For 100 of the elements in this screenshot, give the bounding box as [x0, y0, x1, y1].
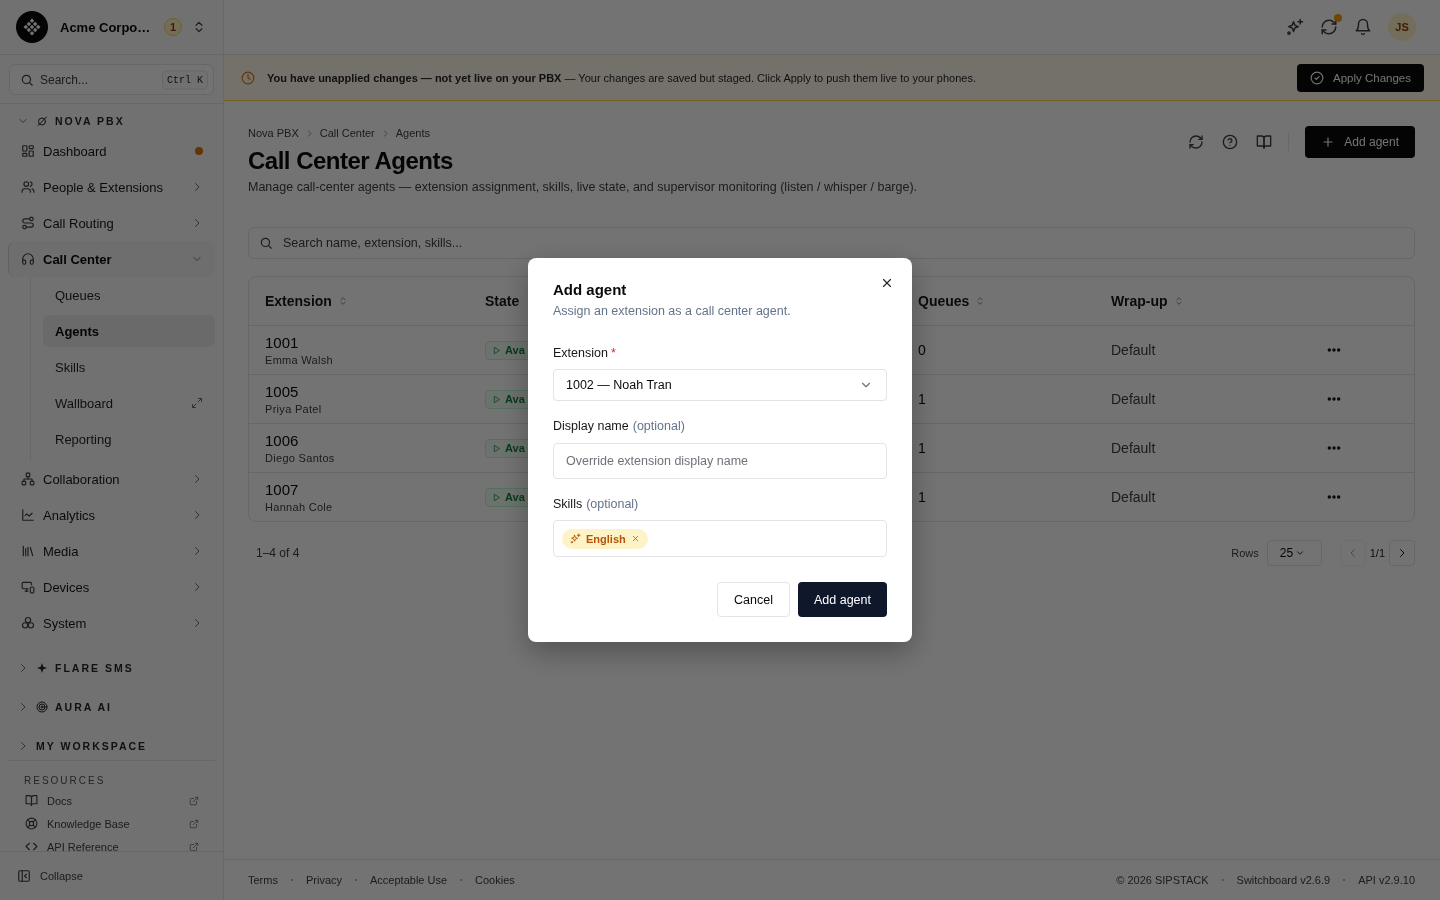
table-cell: 1 [918, 440, 926, 456]
section-header[interactable]: MY WORKSPACE [8, 733, 215, 758]
collapse-button[interactable]: Collapse [0, 851, 223, 900]
table-cell: Default [1111, 489, 1156, 505]
field-label: Extension * [553, 345, 617, 361]
add-agent-button[interactable]: Add agent [1305, 126, 1415, 158]
apply-changes-button[interactable]: Apply Changes [1297, 63, 1424, 92]
extension-number: 1001 [265, 333, 299, 352]
table-cell: 1 [918, 489, 926, 505]
status-label: Ava [505, 442, 525, 454]
page-description: Manage call-center agents — extension assignment, skills, live state, and supervisor monitoring (listen / whisper / barge). [248, 179, 918, 195]
page-title: Call Center Agents [248, 146, 454, 176]
tags-field[interactable]: English [553, 520, 887, 557]
cancel-button[interactable]: Cancel [717, 582, 790, 617]
sidebar-item[interactable]: Dashboard [8, 133, 215, 169]
sidebar-subitem[interactable]: Agents [43, 315, 215, 347]
agent-name: Hannah Cole [265, 499, 333, 514]
version-info: © 2026 SIPSTACK [1116, 874, 1209, 886]
search-icon [20, 72, 34, 87]
logo-icon [16, 11, 48, 43]
lifebuoy-icon [25, 817, 38, 830]
resource-link[interactable]: Knowledge Base [8, 812, 215, 835]
sidebar-item[interactable]: System [8, 605, 215, 641]
external-link-icon [189, 795, 199, 806]
sidebar-subitem[interactable]: Wallboard [43, 387, 215, 419]
refresh-icon[interactable] [1320, 18, 1338, 36]
rows-label: Rows [1231, 547, 1259, 559]
sidebar-subitem[interactable]: Reporting [43, 423, 215, 455]
play-icon [492, 394, 501, 404]
expand-icon [191, 397, 203, 409]
book-icon[interactable] [1256, 134, 1273, 150]
user-avatar[interactable]: JS [1388, 13, 1416, 41]
table-cell: Default [1111, 440, 1156, 456]
search-icon [259, 236, 273, 250]
sidebar-item[interactable]: People & Extensions [8, 169, 215, 205]
section-header[interactable]: NOVA PBX [8, 108, 215, 133]
dialog-title: Add agent [553, 280, 628, 300]
agent-name: Priya Patel [265, 401, 322, 416]
resource-link[interactable]: Docs [8, 789, 215, 812]
footer-link[interactable]: Terms [248, 874, 278, 886]
section-header[interactable]: AURA AI [8, 694, 215, 719]
sidebar-item[interactable]: Collaboration [8, 461, 215, 497]
breadcrumb-current-page: Agents [395, 127, 431, 139]
extension-number: 1005 [265, 382, 299, 401]
headset-icon [21, 252, 35, 266]
table-cell: 0 [918, 342, 926, 358]
panel-collapse-icon [17, 869, 31, 883]
play-icon [492, 345, 501, 355]
page-indicator: 1/1 [1369, 547, 1385, 559]
footer-link[interactable]: Acceptable Use [370, 874, 448, 886]
bell-icon[interactable] [1354, 18, 1372, 36]
breadcrumb-link[interactable]: Call Center [319, 127, 375, 139]
search-field[interactable]: Search name, extension, skills... [248, 227, 1415, 259]
refresh-icon[interactable] [1188, 134, 1205, 150]
clock-icon [241, 70, 255, 85]
status-label: Ava [505, 393, 525, 405]
column-header[interactable]: Extension [265, 293, 348, 309]
status-label: Ava [505, 344, 525, 356]
column-header[interactable]: State [485, 293, 520, 309]
column-header[interactable]: Queues [918, 293, 986, 309]
library-icon [21, 544, 35, 558]
help-icon[interactable] [1222, 134, 1239, 150]
section-header[interactable]: FLARE SMS [8, 655, 215, 680]
play-icon [492, 443, 501, 453]
resource-link[interactable]: API Reference [8, 835, 215, 851]
select-field[interactable]: 1002 — Noah Tran [553, 369, 887, 401]
submit-button[interactable]: Add agent [798, 582, 887, 617]
sparkles-icon[interactable] [1286, 18, 1304, 36]
notification-count: 1 [164, 18, 182, 36]
result-count: 1–4 of 4 [256, 546, 300, 560]
column-header[interactable]: Wrap-up [1111, 293, 1184, 309]
sidebar-item[interactable]: Analytics [8, 497, 215, 533]
extension-number: 1006 [265, 431, 299, 450]
circle-slash-icon [36, 114, 48, 127]
circles-icon [21, 616, 35, 630]
status-label: Ava [505, 491, 525, 503]
sort-icon [975, 296, 986, 306]
dashboard-grid-icon [21, 144, 35, 158]
sidebar-item[interactable]: Media [8, 533, 215, 569]
sidebar-item[interactable]: Call Routing [8, 205, 215, 241]
breadcrumb-link[interactable]: Nova PBX [248, 127, 299, 139]
organization-name[interactable]: Acme Corpo… [60, 19, 160, 35]
close-icon[interactable] [880, 276, 894, 290]
sparkle-icon [36, 661, 48, 674]
input-field[interactable]: Override extension display name [553, 443, 887, 479]
table-cell: Default [1111, 391, 1156, 407]
sidebar-item[interactable]: Devices [8, 569, 215, 605]
section-label: RESOURCES [23, 774, 107, 788]
devices-icon [21, 580, 35, 594]
footer-link[interactable]: Privacy [305, 874, 342, 886]
keyboard-shortcut: Ctrl K [162, 70, 208, 89]
sidebar-subitem[interactable]: Skills [43, 351, 215, 383]
remove-icon[interactable] [630, 534, 640, 543]
code-icon [25, 840, 38, 851]
extension-number: 1007 [265, 480, 299, 499]
page-size-select[interactable]: 25 [1266, 540, 1322, 566]
unapplied-changes-message: You have unapplied changes — not yet live on your PBX — Your changes are saved but staged. Click Apply to push them live to your phones. [267, 71, 977, 84]
people-icon [21, 180, 35, 194]
footer-link[interactable]: Cookies [475, 874, 515, 886]
sidebar-subitem[interactable]: Queues [43, 279, 215, 311]
